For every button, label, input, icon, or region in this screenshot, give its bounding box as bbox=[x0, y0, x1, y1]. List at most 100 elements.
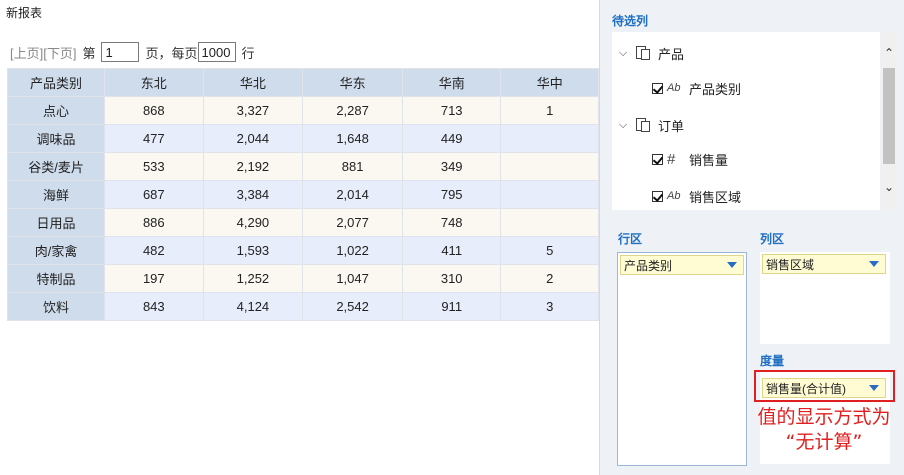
value-cell bbox=[500, 124, 599, 153]
page-prefix: 第 bbox=[82, 45, 96, 61]
tree-node-order[interactable]: ⌵ 订单 bbox=[616, 114, 684, 136]
value-cell: 4,290 bbox=[202, 208, 304, 237]
scroll-down-icon[interactable]: ⌄ bbox=[881, 178, 897, 196]
row-label-cell: 肉/家禽 bbox=[6, 236, 106, 265]
report-table: 产品类别 东北 华北 华东 华南 华中 点心 868 3,327 2,287 713 1 调… bbox=[6, 68, 599, 321]
candidates-title: 待选列 bbox=[612, 14, 649, 28]
value-cell: 3,384 bbox=[202, 180, 304, 209]
chevron-down-icon[interactable]: ⌵ bbox=[616, 47, 630, 60]
page-number-input[interactable] bbox=[101, 42, 140, 62]
table-row: 日用品 886 4,290 2,077 748 bbox=[6, 208, 599, 237]
value-cell: 3,327 bbox=[202, 96, 304, 125]
number-type-icon: # bbox=[667, 150, 676, 168]
table-row: 点心 868 3,327 2,287 713 1 bbox=[6, 96, 599, 125]
value-cell: 2 bbox=[500, 264, 599, 293]
chip-label: 销售区域 bbox=[766, 257, 815, 272]
column-field-chip[interactable]: 销售区域 bbox=[762, 254, 886, 274]
chevron-down-icon[interactable]: ⌵ bbox=[616, 119, 630, 132]
annotation-line: “无计算” bbox=[785, 431, 863, 453]
page-suffix: 页，每页 bbox=[145, 45, 198, 61]
row-label-cell: 调味品 bbox=[6, 124, 106, 153]
dropdown-arrow-icon[interactable] bbox=[727, 262, 737, 268]
column-area[interactable]: 销售区域 bbox=[760, 252, 890, 344]
value-cell: 477 bbox=[104, 124, 204, 153]
row-area-title: 行区 bbox=[618, 232, 643, 246]
value-cell: 748 bbox=[401, 208, 502, 237]
table-row: 谷类/麦片 533 2,192 881 349 bbox=[6, 152, 599, 181]
row-field-chip[interactable]: 产品类别 bbox=[620, 255, 744, 275]
dropdown-arrow-icon[interactable] bbox=[869, 261, 879, 267]
checkbox[interactable] bbox=[652, 153, 663, 165]
row-label-cell: 海鲜 bbox=[6, 180, 106, 209]
next-page-link[interactable]: [下页] bbox=[43, 43, 76, 62]
value-cell: 868 bbox=[104, 96, 204, 125]
column-header: 华南 bbox=[401, 68, 502, 97]
chip-label: 产品类别 bbox=[624, 258, 673, 273]
row-label-cell: 特制品 bbox=[6, 264, 106, 293]
field-panel: 待选列 ⌵ 产品 Ab 产品类别 ⌵ 订单 # 销售量 Ab 销售区域 ⌃ ⌄ … bbox=[600, 0, 904, 475]
value-cell: 1,593 bbox=[202, 236, 304, 265]
value-cell: 1,252 bbox=[202, 264, 304, 293]
value-cell: 2,542 bbox=[302, 292, 403, 321]
value-cell: 2,287 bbox=[302, 96, 403, 125]
value-cell: 911 bbox=[401, 292, 502, 321]
column-header: 华北 bbox=[202, 68, 304, 97]
measure-area-title: 度量 bbox=[760, 354, 785, 368]
value-cell: 795 bbox=[401, 180, 502, 209]
row-label-cell: 点心 bbox=[6, 96, 106, 125]
value-cell: 843 bbox=[104, 292, 204, 321]
tree-field-label: 销售区域 bbox=[689, 189, 742, 205]
tree-scrollbar[interactable]: ⌃ ⌄ bbox=[881, 32, 897, 210]
row-label-cell: 谷类/麦片 bbox=[6, 152, 106, 181]
table-icon bbox=[634, 45, 654, 61]
value-cell: 2,192 bbox=[202, 152, 304, 181]
tree-field-sales-region[interactable]: Ab 销售区域 bbox=[652, 185, 741, 207]
value-cell: 881 bbox=[302, 152, 403, 181]
page-size-input[interactable] bbox=[197, 42, 236, 62]
report-title: 新报表 bbox=[6, 6, 43, 20]
col-area-title: 列区 bbox=[760, 232, 785, 246]
value-cell: 310 bbox=[401, 264, 502, 293]
value-cell: 197 bbox=[104, 264, 204, 293]
table-row: 肉/家禽 482 1,593 1,022 411 5 bbox=[6, 236, 599, 265]
row-area[interactable]: 产品类别 bbox=[617, 252, 747, 466]
value-cell: 2,014 bbox=[302, 180, 403, 209]
text-type-icon: Ab bbox=[667, 82, 681, 94]
table-icon bbox=[634, 117, 654, 133]
value-cell: 1 bbox=[500, 96, 599, 125]
tree-node-label: 产品 bbox=[658, 46, 685, 62]
scrollbar-thumb[interactable] bbox=[883, 68, 895, 164]
text-type-icon: Ab bbox=[667, 190, 681, 202]
value-cell: 349 bbox=[401, 152, 502, 181]
row-label-cell: 日用品 bbox=[6, 208, 106, 237]
value-cell bbox=[500, 180, 599, 209]
row-label-cell: 饮料 bbox=[6, 292, 106, 321]
checkbox[interactable] bbox=[652, 82, 663, 94]
field-tree: ⌵ 产品 Ab 产品类别 ⌵ 订单 # 销售量 Ab 销售区域 bbox=[612, 32, 880, 210]
table-row: 饮料 843 4,124 2,542 911 3 bbox=[6, 292, 599, 321]
tree-field-product-category[interactable]: Ab 产品类别 bbox=[652, 77, 741, 99]
annotation-line: 值的显示方式为 bbox=[757, 406, 891, 428]
report-area: 新报表 [上页] [下页] 第 页，每页 行 产品类别 东北 华北 华东 华南 … bbox=[0, 0, 600, 475]
value-cell: 449 bbox=[401, 124, 502, 153]
value-cell: 4,124 bbox=[202, 292, 304, 321]
pager: [上页] [下页] 第 页，每页 行 bbox=[10, 42, 255, 62]
value-cell: 482 bbox=[104, 236, 204, 265]
column-header: 产品类别 bbox=[6, 68, 106, 97]
value-cell: 2,044 bbox=[202, 124, 304, 153]
highlight-box bbox=[754, 370, 895, 402]
table-row: 特制品 197 1,252 1,047 310 2 bbox=[6, 264, 599, 293]
value-cell: 533 bbox=[104, 152, 204, 181]
column-header: 东北 bbox=[104, 68, 204, 97]
scroll-up-icon[interactable]: ⌃ bbox=[881, 44, 897, 62]
value-cell bbox=[500, 208, 599, 237]
tree-field-label: 产品类别 bbox=[689, 81, 742, 97]
value-cell: 886 bbox=[104, 208, 204, 237]
tree-field-sales-qty[interactable]: # 销售量 bbox=[652, 148, 728, 170]
value-cell bbox=[500, 152, 599, 181]
prev-page-link[interactable]: [上页] bbox=[10, 43, 43, 62]
checkbox[interactable] bbox=[652, 190, 663, 202]
value-cell: 3 bbox=[500, 292, 599, 321]
column-header: 华中 bbox=[500, 68, 599, 97]
tree-node-product[interactable]: ⌵ 产品 bbox=[616, 42, 684, 64]
